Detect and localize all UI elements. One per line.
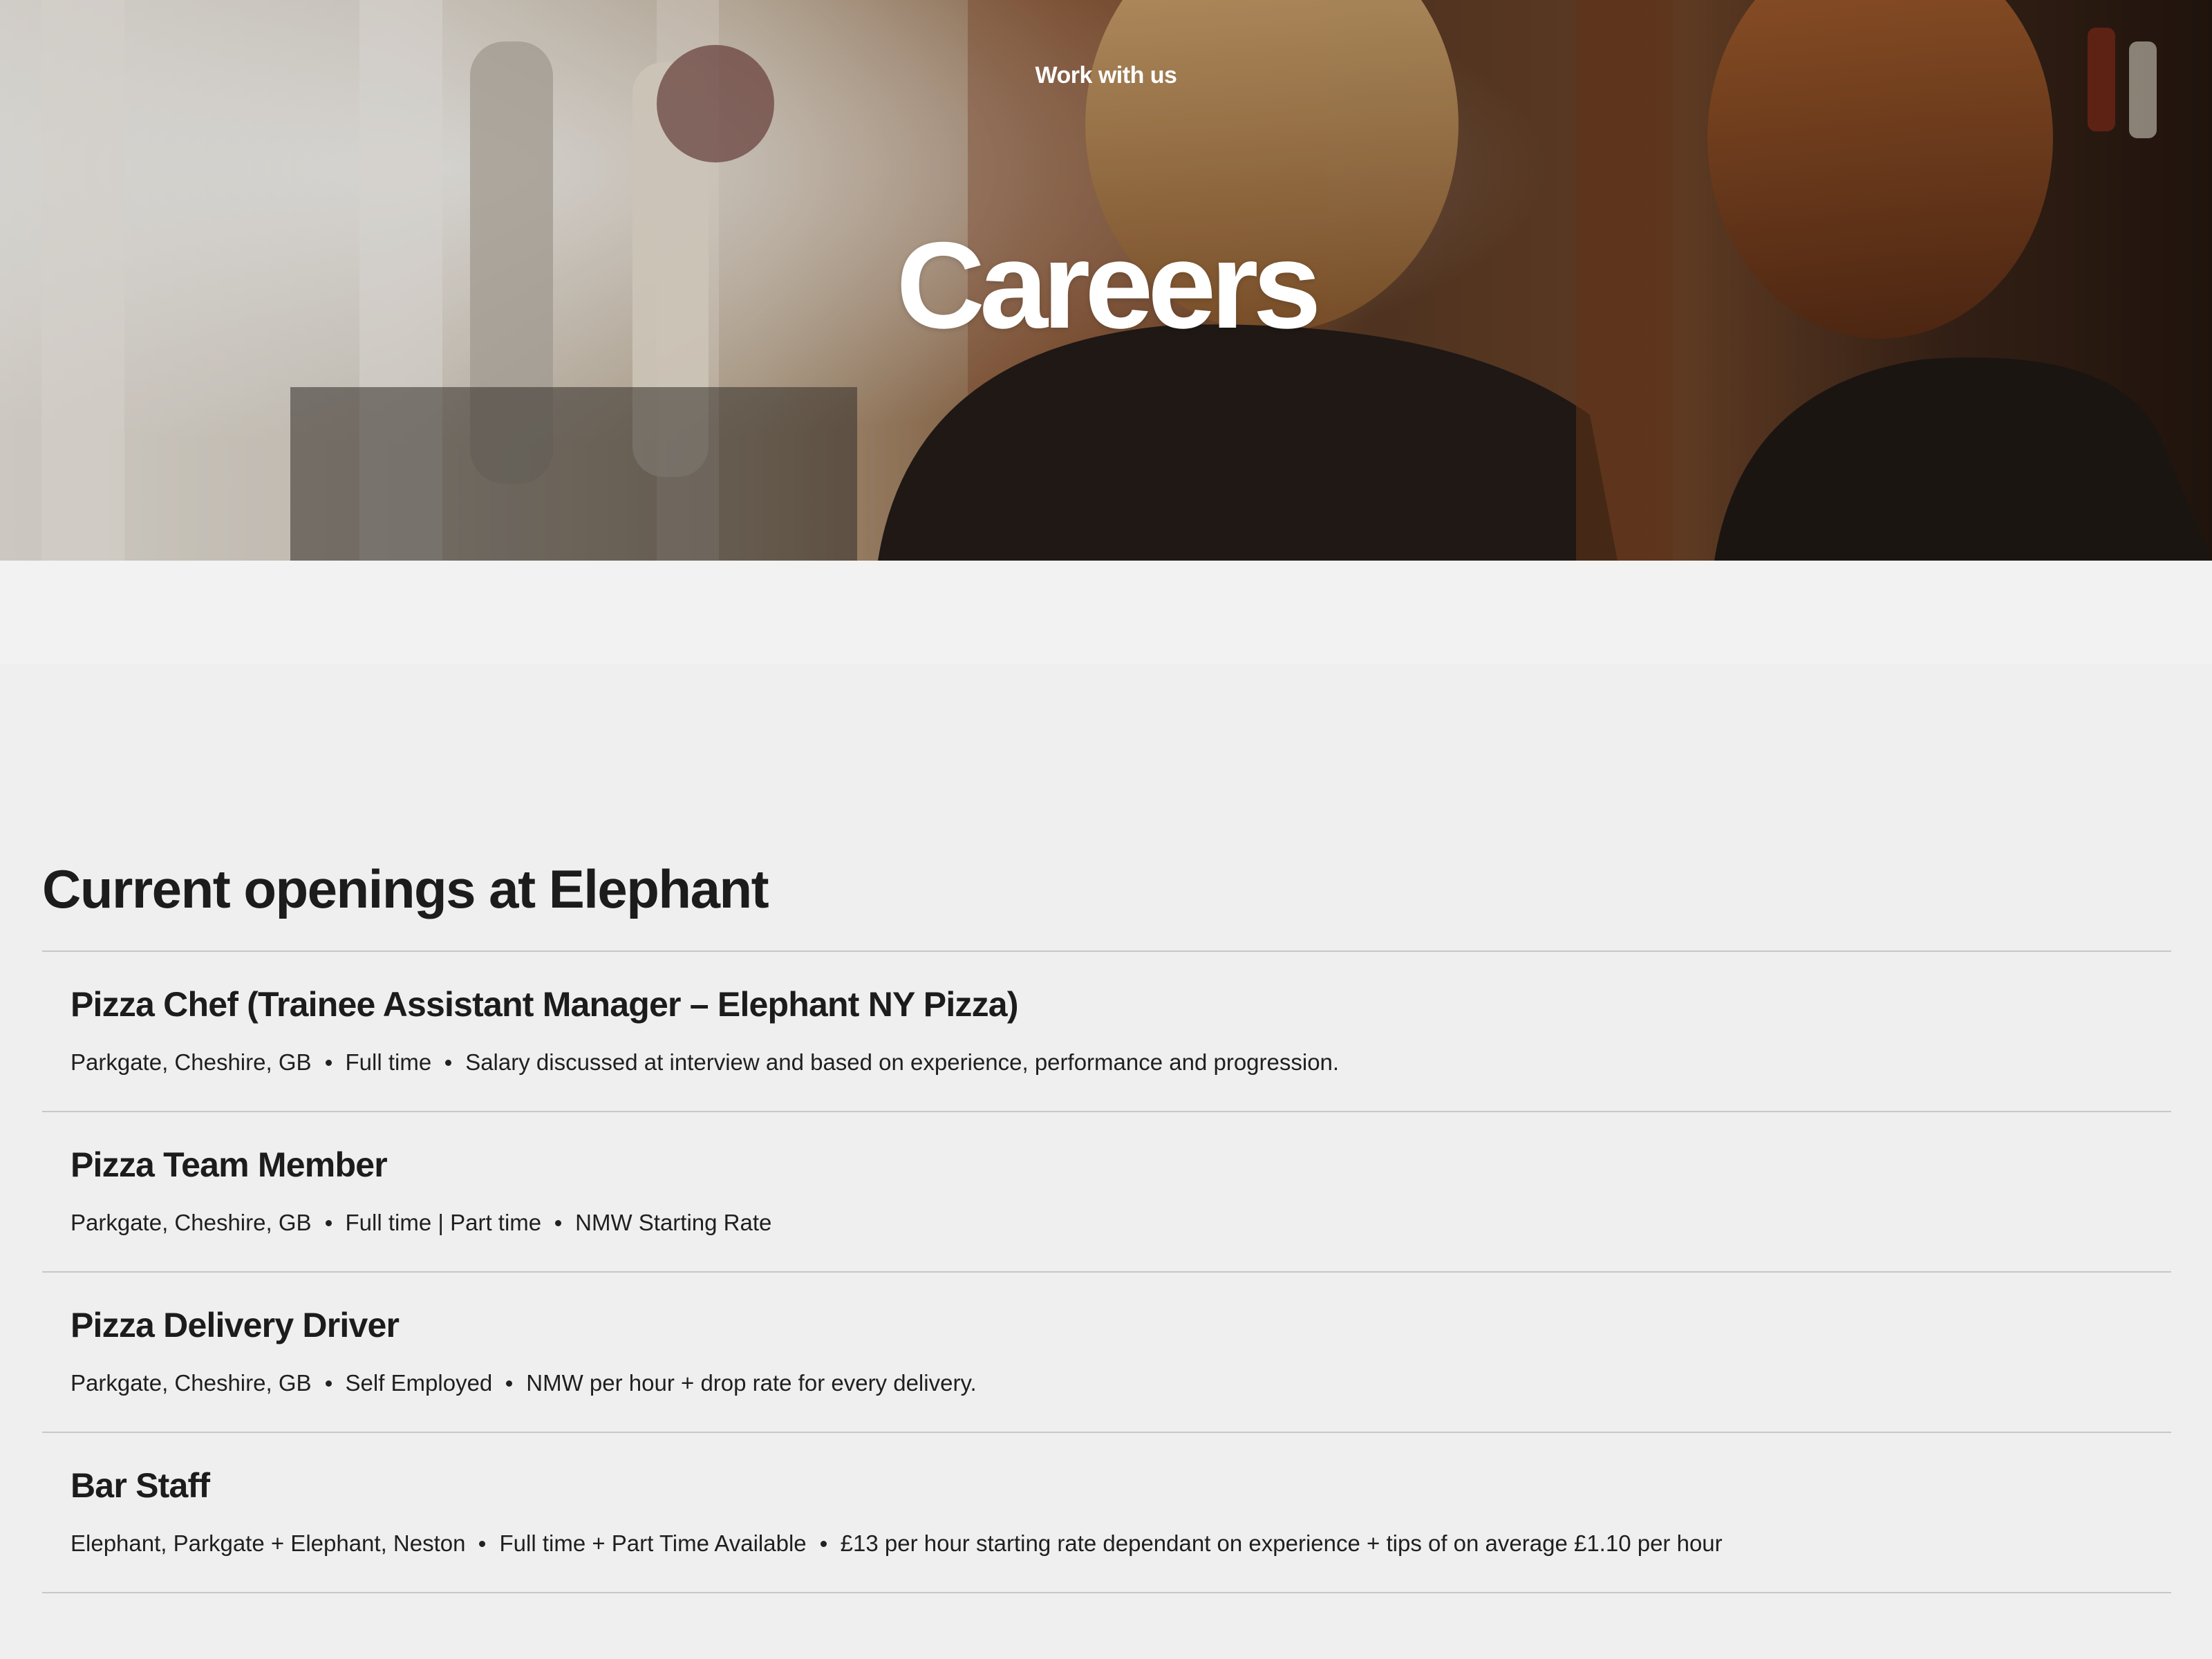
openings-heading: Current openings at Elephant	[42, 859, 769, 919]
hero-banner: Work with us Careers	[0, 0, 2212, 561]
job-pay: NMW Starting Rate	[575, 1210, 772, 1235]
openings-section: Current openings at Elephant Pizza Chef …	[42, 857, 2171, 1593]
page-title: Careers	[896, 216, 1321, 355]
hero-eyebrow: Work with us	[1035, 62, 1177, 88]
separator-dot	[555, 1219, 562, 1226]
job-title[interactable]: Pizza Team Member	[71, 1144, 388, 1185]
spacer-band	[0, 561, 2212, 664]
separator-dot	[325, 1380, 332, 1387]
job-type: Full time + Part Time Available	[499, 1530, 807, 1556]
separator-dot	[325, 1059, 332, 1066]
separator-dot	[479, 1540, 486, 1547]
job-location: Parkgate, Cheshire, GB	[71, 1210, 312, 1235]
job-meta: Elephant, Parkgate + Elephant, Neston Fu…	[71, 1530, 1723, 1557]
job-title[interactable]: Pizza Chef (Trainee Assistant Manager – …	[71, 984, 1018, 1025]
job-listing-pizza-chef[interactable]: Pizza Chef (Trainee Assistant Manager – …	[42, 952, 2171, 1112]
job-meta: Parkgate, Cheshire, GB Self Employed NMW…	[71, 1369, 977, 1397]
job-list: Pizza Chef (Trainee Assistant Manager – …	[42, 950, 2171, 1593]
job-listing-pizza-team-member[interactable]: Pizza Team Member Parkgate, Cheshire, GB…	[42, 1112, 2171, 1273]
job-location: Elephant, Parkgate + Elephant, Neston	[71, 1530, 466, 1556]
job-title[interactable]: Pizza Delivery Driver	[71, 1304, 400, 1346]
separator-dot	[325, 1219, 332, 1226]
job-type: Full time | Part time	[345, 1210, 542, 1235]
job-listing-bar-staff[interactable]: Bar Staff Elephant, Parkgate + Elephant,…	[42, 1433, 2171, 1593]
job-title[interactable]: Bar Staff	[71, 1465, 210, 1506]
separator-dot	[506, 1380, 513, 1387]
job-listing-pizza-delivery-driver[interactable]: Pizza Delivery Driver Parkgate, Cheshire…	[42, 1273, 2171, 1433]
job-meta: Parkgate, Cheshire, GB Full time Salary …	[71, 1049, 1339, 1076]
job-meta: Parkgate, Cheshire, GB Full time | Part …	[71, 1209, 771, 1237]
job-type: Self Employed	[345, 1370, 493, 1396]
separator-dot	[820, 1540, 827, 1547]
job-pay: £13 per hour starting rate dependant on …	[840, 1530, 1723, 1556]
job-location: Parkgate, Cheshire, GB	[71, 1049, 312, 1075]
job-location: Parkgate, Cheshire, GB	[71, 1370, 312, 1396]
job-pay: Salary discussed at interview and based …	[465, 1049, 1340, 1075]
separator-dot	[445, 1059, 452, 1066]
job-type: Full time	[345, 1049, 432, 1075]
job-pay: NMW per hour + drop rate for every deliv…	[526, 1370, 977, 1396]
